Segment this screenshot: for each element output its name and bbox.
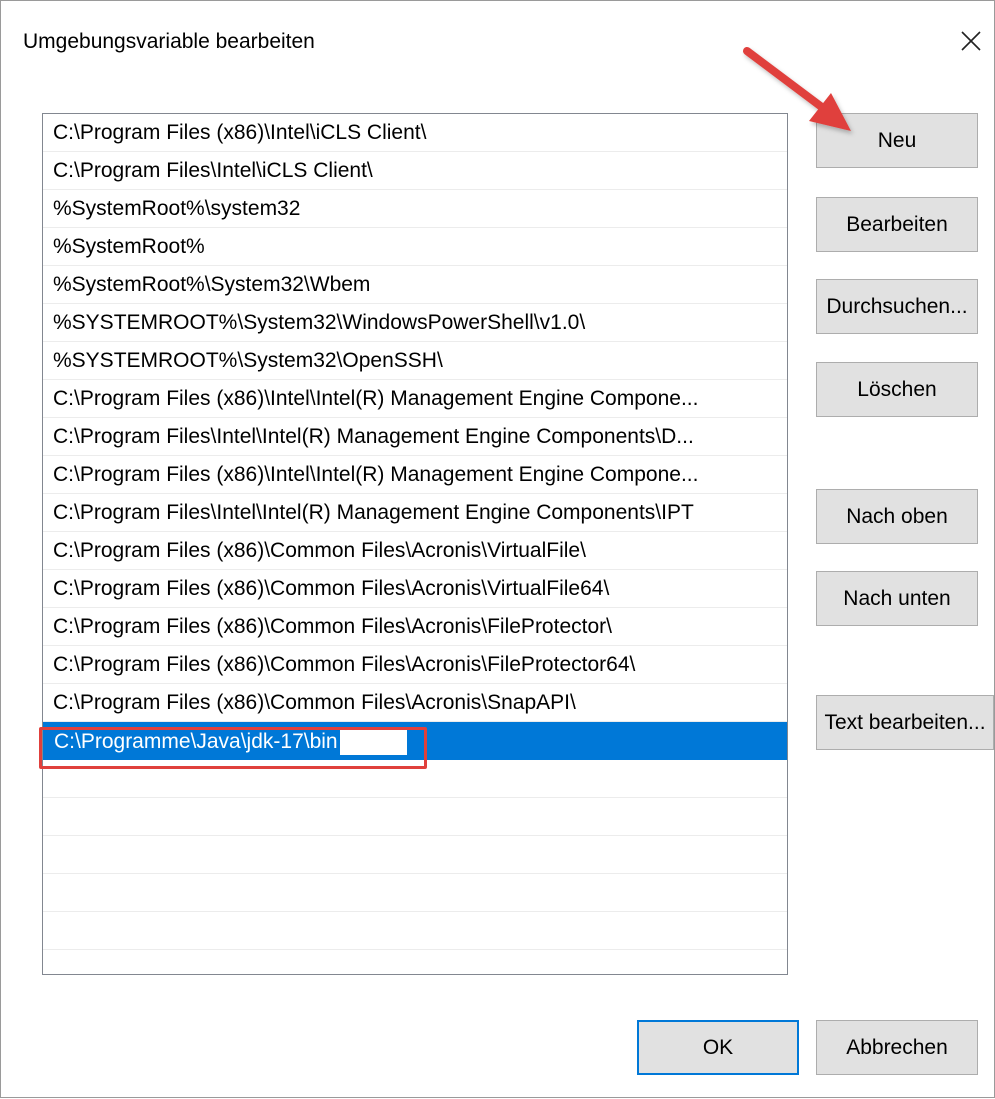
annotation-highlight-box [39, 727, 427, 769]
edit-text-button[interactable]: Text bearbeiten... [816, 695, 994, 750]
list-item[interactable]: C:\Program Files\Intel\iCLS Client\ [43, 152, 787, 190]
move-up-button[interactable]: Nach oben [816, 489, 978, 544]
list-item-label: C:\Program Files (x86)\Common Files\Acro… [53, 691, 576, 714]
list-item-label: %SYSTEMROOT%\System32\WindowsPowerShell\… [53, 311, 586, 334]
list-item-label: C:\Program Files (x86)\Intel\iCLS Client… [53, 121, 427, 144]
list-item-label: C:\Program Files (x86)\Common Files\Acro… [53, 653, 636, 676]
list-item[interactable]: C:\Program Files\Intel\Intel(R) Manageme… [43, 418, 787, 456]
list-item-label: C:\Program Files (x86)\Common Files\Acro… [53, 615, 612, 638]
list-item-label: C:\Program Files\Intel\iCLS Client\ [53, 159, 373, 182]
move-down-button[interactable]: Nach unten [816, 571, 978, 626]
empty-list-row[interactable] [43, 912, 787, 950]
list-item-label: C:\Program Files (x86)\Common Files\Acro… [53, 577, 610, 600]
list-item-label: C:\Program Files (x86)\Intel\Intel(R) Ma… [53, 387, 699, 410]
list-item[interactable]: C:\Program Files (x86)\Common Files\Acro… [43, 684, 787, 722]
list-item-label: C:\Program Files\Intel\Intel(R) Manageme… [53, 501, 694, 524]
list-item-label: %SystemRoot% [53, 235, 205, 258]
path-list[interactable]: C:\Program Files (x86)\Intel\iCLS Client… [42, 113, 788, 975]
close-button[interactable] [956, 26, 986, 56]
close-icon [961, 31, 981, 51]
list-item[interactable]: %SYSTEMROOT%\System32\WindowsPowerShell\… [43, 304, 787, 342]
empty-list-row[interactable] [43, 874, 787, 912]
list-item-label: C:\Program Files (x86)\Common Files\Acro… [53, 539, 586, 562]
list-item[interactable]: %SYSTEMROOT%\System32\OpenSSH\ [43, 342, 787, 380]
empty-list-row[interactable] [43, 836, 787, 874]
browse-button[interactable]: Durchsuchen... [816, 279, 978, 334]
list-item[interactable]: C:\Program Files (x86)\Intel\Intel(R) Ma… [43, 456, 787, 494]
list-item[interactable]: C:\Program Files (x86)\Intel\Intel(R) Ma… [43, 380, 787, 418]
edit-button[interactable]: Bearbeiten [816, 197, 978, 252]
list-item-label: %SystemRoot%\System32\Wbem [53, 273, 371, 296]
list-item[interactable]: C:\Program Files (x86)\Common Files\Acro… [43, 646, 787, 684]
new-button[interactable]: Neu [816, 113, 978, 168]
list-item[interactable]: %SystemRoot%\system32 [43, 190, 787, 228]
empty-list-row[interactable] [43, 798, 787, 836]
edit-environment-variable-dialog: Umgebungsvariable bearbeiten C:\Program … [0, 0, 995, 1098]
list-item-label: %SYSTEMROOT%\System32\OpenSSH\ [53, 349, 443, 372]
list-item[interactable]: %SystemRoot% [43, 228, 787, 266]
list-item[interactable]: %SystemRoot%\System32\Wbem [43, 266, 787, 304]
list-item[interactable]: C:\Program Files (x86)\Common Files\Acro… [43, 570, 787, 608]
list-item[interactable]: C:\Program Files (x86)\Common Files\Acro… [43, 532, 787, 570]
list-item[interactable]: C:\Program Files (x86)\Common Files\Acro… [43, 608, 787, 646]
delete-button[interactable]: Löschen [816, 362, 978, 417]
list-item[interactable]: C:\Program Files (x86)\Intel\iCLS Client… [43, 114, 787, 152]
list-item[interactable]: C:\Program Files\Intel\Intel(R) Manageme… [43, 494, 787, 532]
empty-list-row[interactable] [43, 950, 787, 974]
ok-button[interactable]: OK [637, 1020, 799, 1075]
dialog-title: Umgebungsvariable bearbeiten [23, 30, 315, 53]
list-item-label: C:\Program Files (x86)\Intel\Intel(R) Ma… [53, 463, 699, 486]
list-item-label: C:\Program Files\Intel\Intel(R) Manageme… [53, 425, 694, 448]
cancel-button[interactable]: Abbrechen [816, 1020, 978, 1075]
list-item-label: %SystemRoot%\system32 [53, 197, 301, 220]
